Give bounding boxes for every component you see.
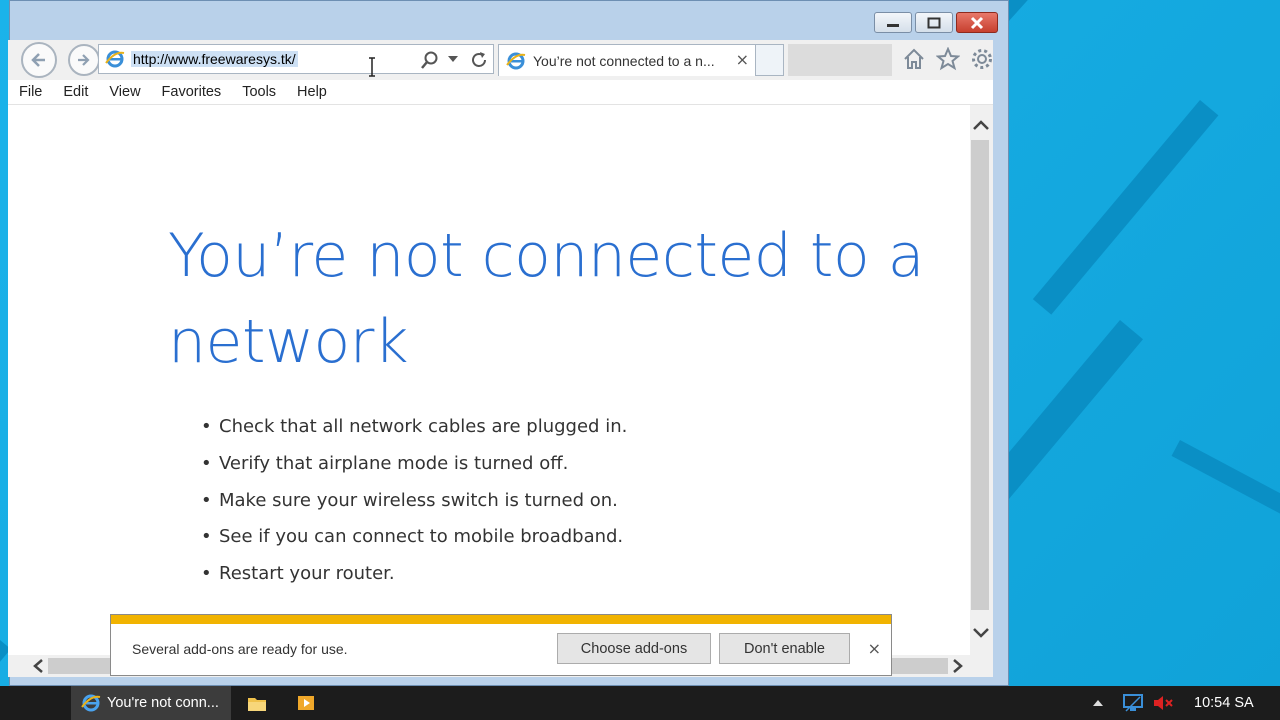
star-icon (936, 47, 960, 71)
ie-page-icon (105, 50, 125, 68)
tip-item: • Verify that airplane mode is turned off… (201, 449, 627, 486)
menu-edit[interactable]: Edit (52, 84, 98, 100)
network-tray-button[interactable] (1122, 686, 1144, 720)
maximize-button[interactable] (915, 12, 953, 33)
troubleshooting-tips: • Check that all network cables are plugg… (201, 412, 627, 596)
favorites-button[interactable] (935, 46, 961, 72)
new-tab-button[interactable] (756, 44, 784, 76)
desktop-stripe (1171, 440, 1280, 541)
search-icon[interactable] (421, 51, 439, 69)
bullet-icon: • (201, 416, 212, 437)
file-explorer-icon (248, 698, 266, 711)
minimize-icon (887, 23, 899, 27)
tip-text: See if you can connect to mobile broadba… (219, 526, 624, 548)
media-player-icon (298, 696, 314, 710)
bullet-icon: • (201, 526, 212, 548)
gear-icon (972, 49, 992, 69)
menu-favorites[interactable]: Favorites (151, 84, 232, 100)
navigation-bar: http://www.freewaresys.tk/ You’re not co… (8, 40, 993, 80)
ie-icon (81, 694, 101, 712)
home-button[interactable] (901, 46, 927, 72)
tip-item: • See if you can connect to mobile broadb… (201, 522, 627, 559)
scroll-down-icon[interactable] (972, 627, 990, 639)
tip-text: Make sure your wireless switch is turned… (219, 489, 618, 511)
ie-tab-icon (506, 52, 526, 70)
taskbar-ie-window[interactable]: You're not conn... (71, 686, 231, 720)
back-arrow-icon (31, 53, 45, 67)
back-button[interactable] (21, 42, 57, 78)
tab-title: You’re not connected to a n... (533, 53, 715, 69)
menu-file[interactable]: File (8, 84, 52, 100)
menu-bar: File Edit View Favorites Tools Help (8, 80, 993, 105)
network-icon (1123, 694, 1143, 712)
volume-muted-icon (1154, 696, 1173, 710)
addons-notification-bar: Several add-ons are ready for use. Choos… (110, 614, 892, 676)
tip-item: • Make sure your wireless switch is turne… (201, 486, 627, 523)
address-bar[interactable]: http://www.freewaresys.tk/ (98, 44, 494, 74)
tip-text: Restart your router. (219, 563, 395, 585)
taskbar: You're not conn... 10:54 SA (0, 686, 1280, 720)
taskbar-item-label: You're not conn... (107, 695, 219, 711)
scroll-left-icon[interactable] (32, 658, 44, 674)
page-headline: You’re not connected to a network (168, 221, 925, 377)
show-hidden-icons-button[interactable] (1092, 686, 1104, 720)
close-window-button[interactable] (956, 12, 998, 33)
menu-view[interactable]: View (98, 84, 150, 100)
vertical-scroll-thumb[interactable] (971, 140, 989, 610)
scroll-right-icon[interactable] (952, 658, 964, 674)
notification-message: Several add-ons are ready for use. (132, 641, 348, 657)
restore-icon (927, 17, 941, 28)
refresh-icon[interactable] (469, 50, 489, 70)
close-icon (970, 16, 984, 29)
bullet-icon: • (201, 489, 212, 511)
window-controls (874, 12, 998, 33)
home-icon (904, 48, 924, 69)
address-url[interactable]: http://www.freewaresys.tk/ (131, 51, 298, 67)
taskbar-file-explorer[interactable] (237, 686, 277, 720)
bullet-icon: • (201, 563, 212, 585)
choose-addons-button[interactable]: Choose add-ons (557, 633, 711, 664)
forward-button[interactable] (68, 44, 100, 76)
bullet-icon: • (201, 452, 212, 474)
tab-close-icon[interactable]: × (736, 50, 749, 69)
tip-text: Verify that airplane mode is turned off. (219, 452, 569, 474)
dropdown-arrow-icon[interactable] (448, 56, 458, 64)
browser-command-icons (901, 46, 995, 72)
show-hidden-icons-icon (1093, 700, 1103, 706)
volume-tray-button[interactable] (1152, 686, 1174, 720)
tools-button[interactable] (969, 46, 995, 72)
taskbar-media-player[interactable] (286, 686, 326, 720)
page-content: You’re not connected to a network • Check… (8, 105, 970, 655)
minimize-button[interactable] (874, 12, 912, 33)
clock[interactable]: 10:54 SA (1194, 695, 1254, 711)
forward-arrow-icon (78, 54, 90, 66)
scroll-up-icon[interactable] (972, 119, 990, 131)
menu-help[interactable]: Help (286, 84, 337, 100)
tip-item: • Restart your router. (201, 559, 627, 596)
text-cursor-icon (369, 57, 375, 77)
tip-item: • Check that all network cables are plugg… (201, 412, 627, 449)
notification-accent (111, 615, 891, 624)
notification-close-icon[interactable]: × (868, 639, 881, 658)
tip-text: Check that all network cables are plugge… (219, 416, 628, 437)
tab-strip-empty (788, 44, 892, 76)
menu-tools[interactable]: Tools (231, 84, 286, 100)
dont-enable-button[interactable]: Don't enable (719, 633, 850, 664)
desktop-stripe (1032, 100, 1219, 315)
vertical-scrollbar[interactable] (970, 105, 993, 655)
tab-active[interactable]: You’re not connected to a n... × (498, 44, 756, 76)
